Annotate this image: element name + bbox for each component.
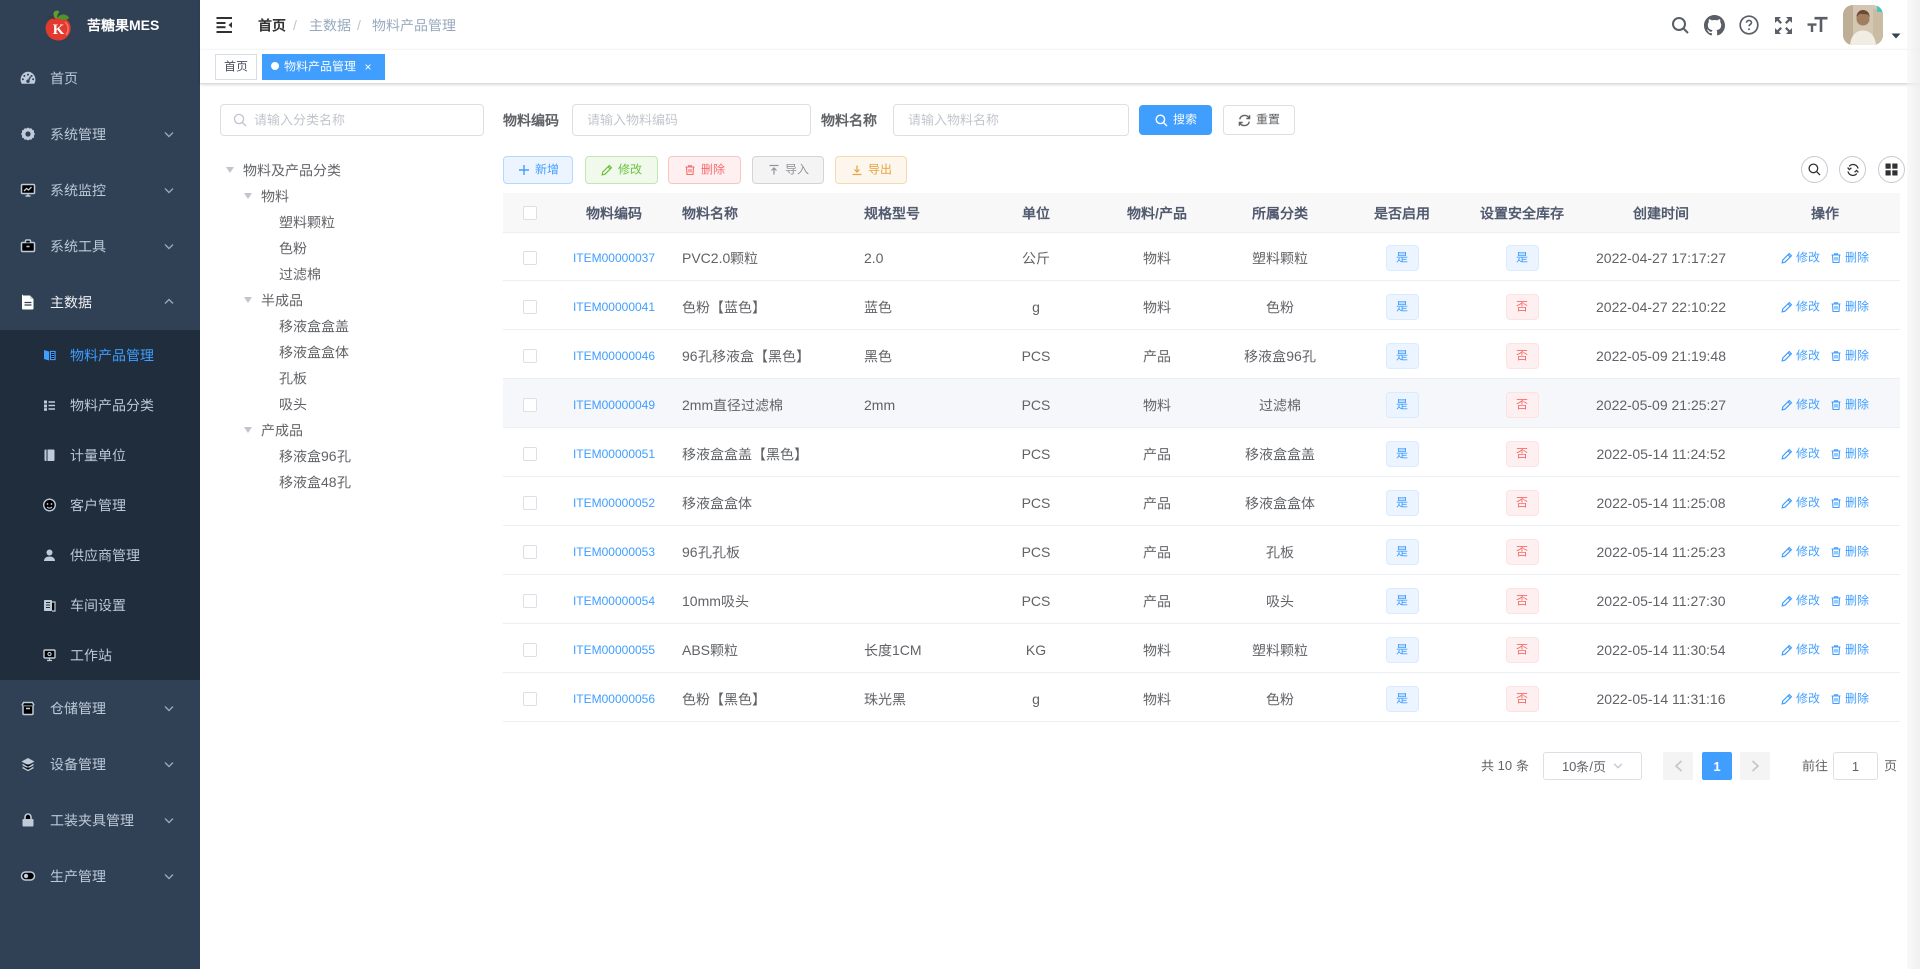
- svg-text:K: K: [53, 22, 65, 38]
